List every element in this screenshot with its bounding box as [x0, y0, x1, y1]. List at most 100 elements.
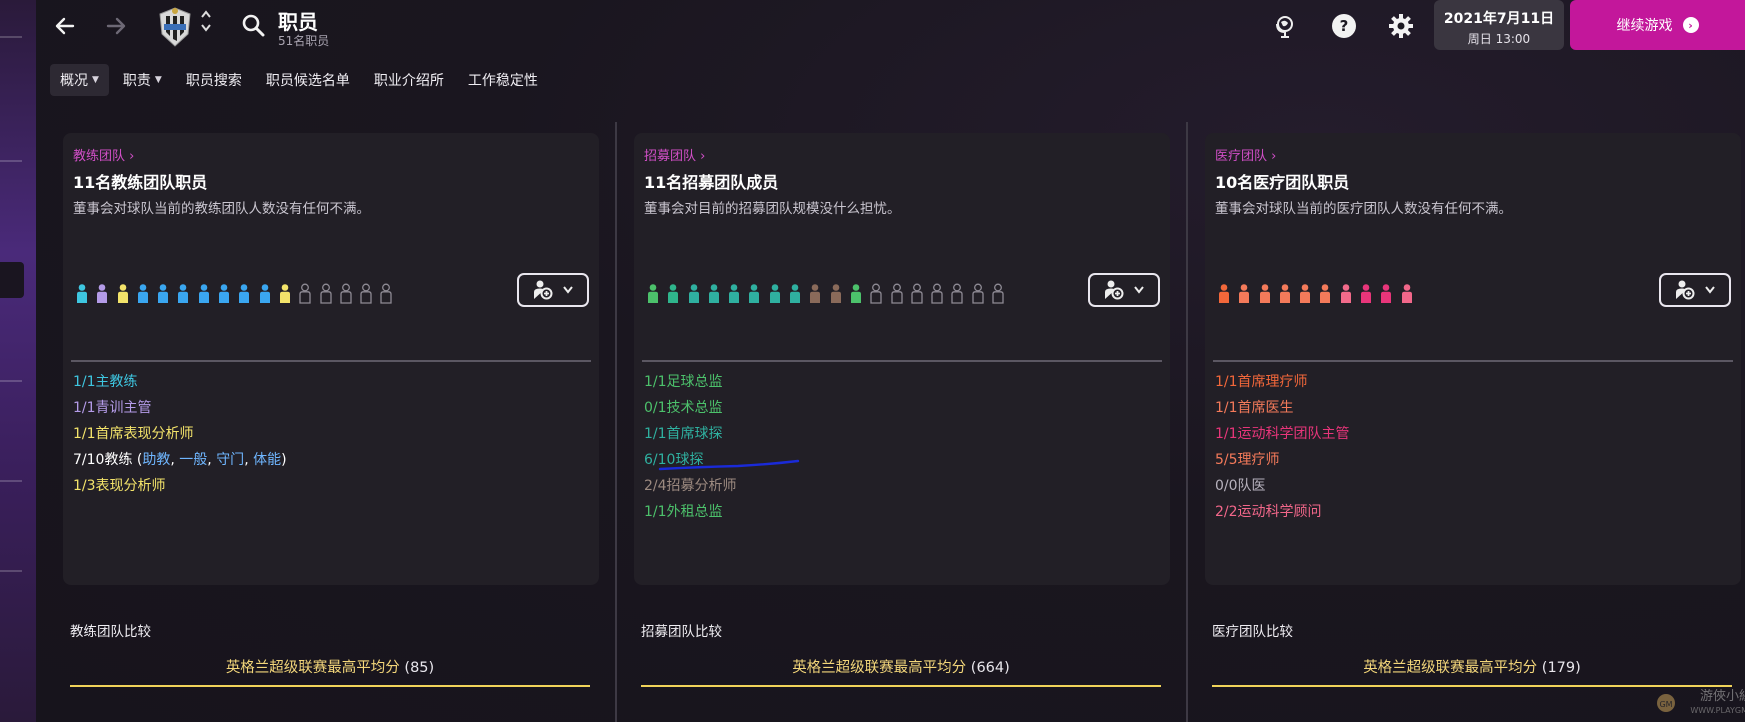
comparison-value[interactable]: 英格兰超级联赛最高平均分 (664) — [641, 656, 1161, 677]
role-row[interactable]: 1/1首席理疗师 — [1215, 369, 1350, 395]
vacant-staff-slot-icon — [380, 283, 393, 304]
vacant-staff-slot-icon — [890, 283, 903, 304]
staff-person-icon — [790, 284, 801, 303]
staff-person-icon — [850, 284, 861, 303]
panel-divider — [642, 360, 1162, 362]
tab-job-centre[interactable]: 职业介绍所 — [364, 64, 454, 96]
game-date[interactable]: 2021年7月11日 周日 13:00 — [1434, 0, 1564, 50]
club-switcher[interactable] — [198, 8, 214, 44]
vacant-staff-slot-icon — [931, 283, 943, 304]
comparison-value[interactable]: 英格兰超级联赛最高平均分 (179) — [1212, 656, 1732, 677]
role-row[interactable]: 1/1足球总监 — [644, 369, 737, 395]
panel-description: 董事会对目前的招募团队规模没什么担忧。 — [644, 201, 901, 217]
recruitment-staff-link[interactable]: 招募团队 › — [644, 145, 705, 164]
staff-person-icon — [1259, 284, 1270, 303]
role-label: 主教练 — [95, 374, 138, 390]
staff-person-icon — [1340, 284, 1351, 303]
role-row[interactable]: 1/1首席球探 — [644, 421, 737, 447]
tab-job-security[interactable]: 工作稳定性 — [458, 64, 548, 96]
forward-arrow-icon[interactable] — [100, 10, 132, 42]
role-row[interactable]: 1/3表现分析师 — [73, 473, 287, 499]
staff-filter-dropdown[interactable] — [517, 273, 589, 307]
help-icon[interactable]: ? — [1330, 12, 1358, 40]
continue-game-button[interactable]: 继续游戏 › — [1570, 0, 1745, 50]
comparison-value[interactable]: 英格兰超级联赛最高平均分 (85) — [70, 656, 590, 677]
role-count: 1/1 — [1215, 426, 1238, 442]
game-date-time: 周日 13:00 — [1467, 32, 1531, 46]
chevron-down-icon[interactable] — [198, 22, 214, 36]
coach-type-link[interactable]: 体能 — [253, 452, 281, 468]
role-label: 足球总监 — [666, 374, 723, 390]
role-row[interactable]: 1/1主教练 — [73, 369, 287, 395]
staff-person-icon — [97, 284, 108, 303]
staff-person-icon — [77, 284, 87, 303]
club-badge[interactable] — [154, 4, 196, 48]
add-person-icon — [1676, 280, 1695, 300]
role-label: 运动科学团队主管 — [1237, 426, 1350, 442]
role-row[interactable]: 0/0队医 — [1215, 473, 1350, 499]
coach-type-link[interactable]: 一般 — [179, 452, 207, 468]
role-count: 1/1 — [1215, 374, 1238, 390]
staff-person-icon — [1219, 284, 1229, 303]
role-paren-open: ( — [132, 452, 143, 468]
role-paren-close: ) — [281, 452, 287, 468]
side-selection[interactable] — [0, 262, 24, 298]
page-title: 职员 — [278, 10, 318, 34]
staff-person-icon — [830, 284, 841, 303]
staff-person-icon — [198, 284, 209, 303]
gear-icon[interactable] — [1387, 12, 1415, 40]
coach-type-link[interactable]: 守门 — [216, 452, 244, 468]
side-tick — [0, 380, 22, 382]
staff-person-icon — [1401, 284, 1412, 303]
page-subtitle: 51名职员 — [278, 34, 330, 48]
role-row[interactable]: 1/1外租总监 — [644, 499, 737, 525]
role-list: 1/1足球总监 0/1技术总监 1/1首席球探 6/10球探 2/4招募分析师 … — [644, 369, 737, 525]
staff-person-icon — [749, 284, 760, 303]
coaching-staff-link[interactable]: 教练团队 › — [73, 145, 134, 164]
role-row[interactable]: 0/1技术总监 — [644, 395, 737, 421]
breadcrumb-label: 教练团队 — [73, 149, 126, 164]
role-row[interactable]: 2/4招募分析师 — [644, 473, 737, 499]
left-side-strip — [0, 0, 36, 722]
staff-filter-dropdown[interactable] — [1088, 273, 1160, 307]
staff-person-icon — [1320, 284, 1331, 303]
back-arrow-icon[interactable] — [49, 10, 81, 42]
globe-icon[interactable] — [1272, 12, 1300, 40]
coach-type-link[interactable]: 助教 — [142, 452, 170, 468]
pen-annotation-mark — [658, 459, 800, 471]
role-row[interactable]: 1/1运动科学团队主管 — [1215, 421, 1350, 447]
role-row[interactable]: 2/2运动科学顾问 — [1215, 499, 1350, 525]
tab-responsibilities[interactable]: 职责 ▼ — [113, 64, 172, 96]
tab-label: 工作稳定性 — [467, 73, 538, 89]
staff-filter-dropdown[interactable] — [1659, 273, 1731, 307]
search-icon[interactable] — [241, 13, 267, 39]
role-label: 首席医生 — [1237, 400, 1294, 416]
role-count: 1/1 — [73, 426, 96, 442]
chevron-down-icon — [563, 286, 573, 294]
medical-staff-link[interactable]: 医疗团队 › — [1215, 145, 1276, 164]
chevron-down-icon: ▼ — [154, 75, 162, 85]
svg-text:WWW.PLAYGM.CC: WWW.PLAYGM.CC — [1690, 706, 1745, 715]
role-row[interactable]: 5/5理疗师 — [1215, 447, 1350, 473]
role-row[interactable]: 7/10教练 (助教, 一般, 守门, 体能) — [73, 447, 287, 473]
chevron-down-icon — [1134, 286, 1144, 294]
recruitment-staff-panel: 招募团队 › 11名招募团队成员 董事会对目前的招募团队规模没什么担忧。 1/1… — [634, 133, 1170, 585]
comparison-number: (85) — [404, 660, 435, 676]
role-row[interactable]: 1/1首席医生 — [1215, 395, 1350, 421]
comparison-heading: 教练团队比较 — [70, 624, 151, 640]
role-row[interactable]: 1/1青训主管 — [73, 395, 287, 421]
chevron-up-icon[interactable] — [198, 8, 214, 22]
comparison-text: 英格兰超级联赛最高平均分 — [1363, 660, 1538, 676]
tab-staff-shortlist[interactable]: 职员候选名单 — [256, 64, 360, 96]
staff-person-icon — [769, 284, 780, 303]
staff-person-icon — [1279, 284, 1290, 303]
role-count: 1/1 — [1215, 400, 1238, 416]
staff-person-icon — [219, 284, 230, 303]
tab-overview[interactable]: 概况 ▼ — [50, 64, 109, 96]
role-count: 1/1 — [73, 374, 96, 390]
role-list: 1/1主教练 1/1青训主管 1/1首席表现分析师 7/10教练 (助教, 一般… — [73, 369, 287, 499]
role-count: 1/1 — [644, 374, 667, 390]
role-row[interactable]: 1/1首席表现分析师 — [73, 421, 287, 447]
tab-staff-search[interactable]: 职员搜索 — [176, 64, 252, 96]
svg-text:?: ? — [1340, 17, 1349, 35]
